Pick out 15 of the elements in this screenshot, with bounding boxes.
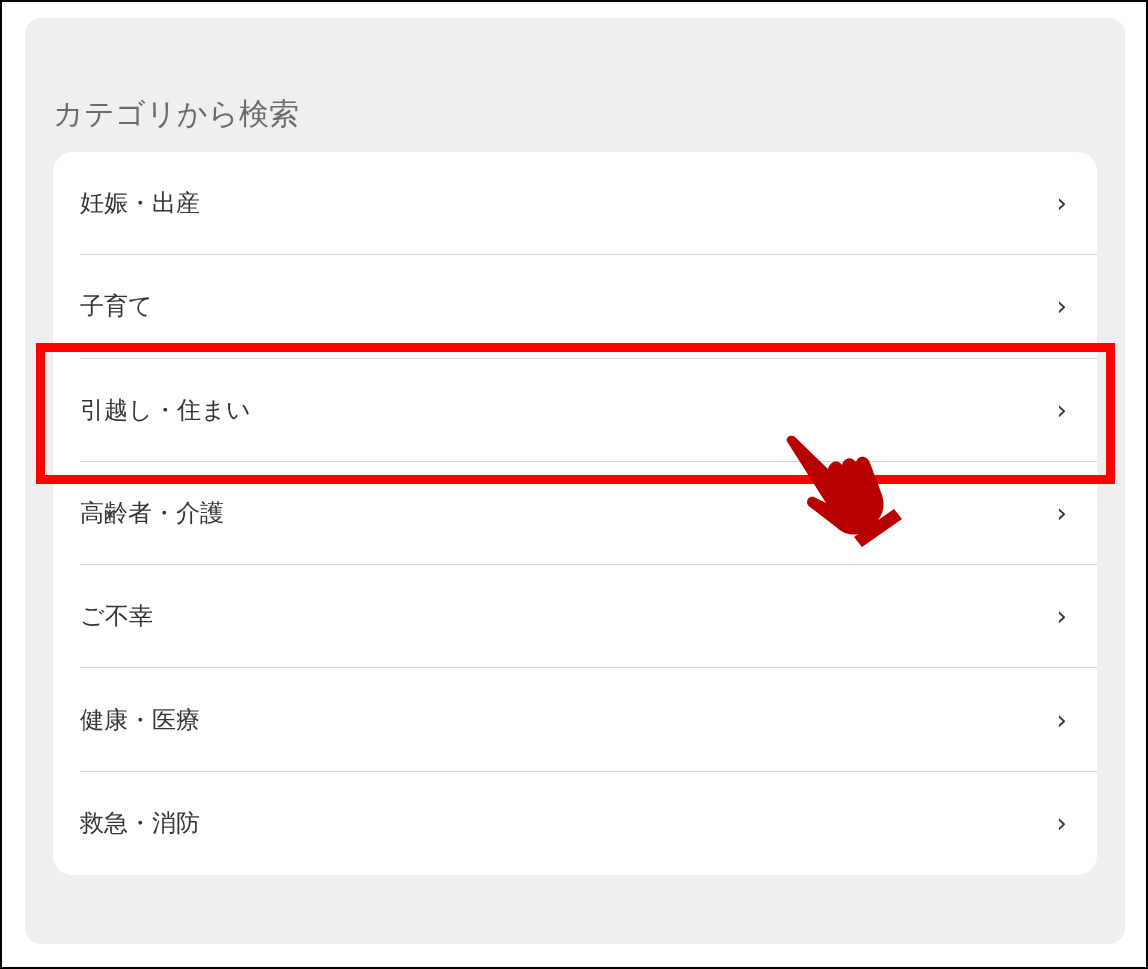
chevron-icon: ›: [1056, 500, 1067, 527]
chevron-icon: ›: [1056, 190, 1067, 217]
section-heading: カテゴリから検索: [53, 95, 300, 133]
category-label[interactable]: ご不幸: [80, 598, 1057, 635]
chevron-icon: ›: [1056, 603, 1067, 630]
category-label[interactable]: 健康・医療: [80, 701, 1057, 738]
category-label[interactable]: 救急・消防: [80, 805, 1057, 842]
chevron-icon: ›: [1056, 706, 1067, 733]
category-label[interactable]: 高齢者・介護: [80, 495, 1057, 532]
category-label[interactable]: 妊娠・出産: [80, 185, 1057, 222]
chevron-icon: ›: [1056, 396, 1067, 423]
category-label[interactable]: 子育て: [80, 288, 1057, 325]
category-label[interactable]: 引越し・住まい: [80, 391, 1057, 428]
chevron-icon: ›: [1056, 810, 1067, 837]
chevron-icon: ›: [1056, 293, 1067, 320]
